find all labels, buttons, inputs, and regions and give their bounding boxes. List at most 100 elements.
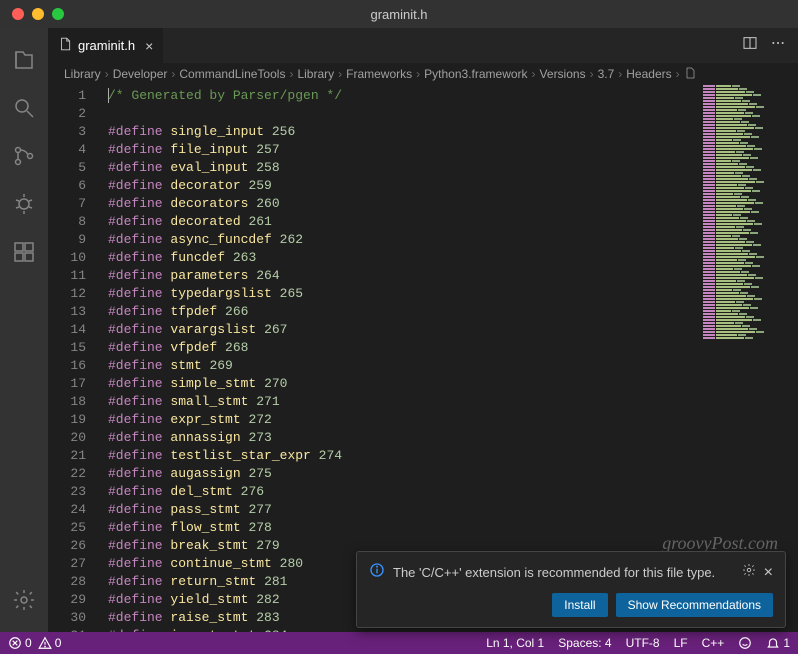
- code-line[interactable]: #define decorators 260: [108, 195, 798, 213]
- line-number: 26: [48, 537, 86, 555]
- line-number: 3: [48, 123, 86, 141]
- chevron-right-icon: ›: [416, 67, 420, 81]
- debug-icon[interactable]: [0, 180, 48, 228]
- code-line[interactable]: #define funcdef 263: [108, 249, 798, 267]
- breadcrumb-item[interactable]: Python3.framework: [424, 67, 527, 81]
- feedback-icon[interactable]: [738, 636, 752, 650]
- breadcrumbs[interactable]: Library › Developer › CommandLineTools ›…: [48, 63, 798, 85]
- chevron-right-icon: ›: [590, 67, 594, 81]
- breadcrumb-item[interactable]: Frameworks: [346, 67, 412, 81]
- line-number: 28: [48, 573, 86, 591]
- line-number: 13: [48, 303, 86, 321]
- more-actions-icon[interactable]: [770, 35, 786, 56]
- line-number: 17: [48, 375, 86, 393]
- split-editor-icon[interactable]: [742, 35, 758, 56]
- breadcrumb-item[interactable]: Versions: [540, 67, 586, 81]
- line-number: 19: [48, 411, 86, 429]
- code-line[interactable]: #define pass_stmt 277: [108, 501, 798, 519]
- line-number: 18: [48, 393, 86, 411]
- line-number: 12: [48, 285, 86, 303]
- line-number: 1: [48, 87, 86, 105]
- notifications-status[interactable]: 1: [766, 636, 790, 650]
- extensions-icon[interactable]: [0, 228, 48, 276]
- window-controls: [0, 8, 64, 20]
- code-line[interactable]: #define file_input 257: [108, 141, 798, 159]
- cursor-position-status[interactable]: Ln 1, Col 1: [486, 636, 544, 650]
- code-content[interactable]: /* Generated by Parser/pgen */ #define si…: [98, 85, 798, 632]
- line-number: 14: [48, 321, 86, 339]
- line-number: 25: [48, 519, 86, 537]
- code-line[interactable]: #define decorated 261: [108, 213, 798, 231]
- code-line[interactable]: #define decorator 259: [108, 177, 798, 195]
- chevron-right-icon: ›: [171, 67, 175, 81]
- chevron-right-icon: ›: [532, 67, 536, 81]
- breadcrumb-item[interactable]: CommandLineTools: [179, 67, 285, 81]
- titlebar: graminit.h: [0, 0, 798, 28]
- line-number: 7: [48, 195, 86, 213]
- warnings-status[interactable]: 0: [38, 636, 62, 650]
- code-line[interactable]: #define stmt 269: [108, 357, 798, 375]
- code-line[interactable]: #define testlist_star_expr 274: [108, 447, 798, 465]
- code-line[interactable]: #define parameters 264: [108, 267, 798, 285]
- language-mode-status[interactable]: C++: [702, 636, 725, 650]
- gear-icon[interactable]: [742, 563, 756, 582]
- search-icon[interactable]: [0, 84, 48, 132]
- code-line[interactable]: #define single_input 256: [108, 123, 798, 141]
- breadcrumb-item[interactable]: Library: [297, 67, 334, 81]
- line-number: 30: [48, 609, 86, 627]
- line-number: 9: [48, 231, 86, 249]
- source-control-icon[interactable]: [0, 132, 48, 180]
- maximize-window-button[interactable]: [52, 8, 64, 20]
- close-icon[interactable]: ×: [764, 564, 773, 582]
- line-number: 21: [48, 447, 86, 465]
- line-number: 8: [48, 213, 86, 231]
- close-window-button[interactable]: [12, 8, 24, 20]
- code-line[interactable]: #define async_funcdef 262: [108, 231, 798, 249]
- code-line[interactable]: #define varargslist 267: [108, 321, 798, 339]
- errors-status[interactable]: 0: [8, 636, 32, 650]
- minimize-window-button[interactable]: [32, 8, 44, 20]
- encoding-status[interactable]: UTF-8: [626, 636, 660, 650]
- show-recommendations-button[interactable]: Show Recommendations: [616, 593, 773, 617]
- code-line[interactable]: #define expr_stmt 272: [108, 411, 798, 429]
- breadcrumb-item[interactable]: Library: [64, 67, 101, 81]
- code-line[interactable]: #define tfpdef 266: [108, 303, 798, 321]
- window-title: graminit.h: [370, 7, 427, 22]
- breadcrumb-item[interactable]: Headers: [626, 67, 671, 81]
- line-number: 29: [48, 591, 86, 609]
- info-icon: [369, 562, 385, 583]
- code-line[interactable]: #define del_stmt 276: [108, 483, 798, 501]
- code-line[interactable]: #define small_stmt 271: [108, 393, 798, 411]
- code-line[interactable]: /* Generated by Parser/pgen */: [108, 87, 798, 105]
- code-editor[interactable]: 1234567891011121314151617181920212223242…: [48, 85, 798, 632]
- tab-bar: graminit.h ×: [48, 28, 798, 63]
- code-line[interactable]: #define flow_stmt 278: [108, 519, 798, 537]
- settings-gear-icon[interactable]: [0, 576, 48, 624]
- explorer-icon[interactable]: [0, 36, 48, 84]
- tab-graminit[interactable]: graminit.h ×: [48, 28, 164, 63]
- notification-message: The 'C/C++' extension is recommended for…: [393, 565, 734, 580]
- line-number: 10: [48, 249, 86, 267]
- code-line[interactable]: [108, 105, 798, 123]
- eol-status[interactable]: LF: [674, 636, 688, 650]
- code-line[interactable]: #define eval_input 258: [108, 159, 798, 177]
- indentation-status[interactable]: Spaces: 4: [558, 636, 611, 650]
- chevron-right-icon: ›: [105, 67, 109, 81]
- line-number: 2: [48, 105, 86, 123]
- close-icon[interactable]: ×: [145, 38, 153, 54]
- breadcrumb-item[interactable]: Developer: [113, 67, 168, 81]
- tab-actions: [742, 28, 798, 63]
- activity-bar: [0, 28, 48, 632]
- install-button[interactable]: Install: [552, 593, 607, 617]
- code-line[interactable]: #define simple_stmt 270: [108, 375, 798, 393]
- line-number: 22: [48, 465, 86, 483]
- code-line[interactable]: #define vfpdef 268: [108, 339, 798, 357]
- line-number: 24: [48, 501, 86, 519]
- minimap[interactable]: [703, 85, 788, 345]
- chevron-right-icon: ›: [338, 67, 342, 81]
- code-line[interactable]: #define augassign 275: [108, 465, 798, 483]
- code-line[interactable]: #define annassign 273: [108, 429, 798, 447]
- line-number: 6: [48, 177, 86, 195]
- code-line[interactable]: #define typedargslist 265: [108, 285, 798, 303]
- breadcrumb-item[interactable]: 3.7: [598, 67, 615, 81]
